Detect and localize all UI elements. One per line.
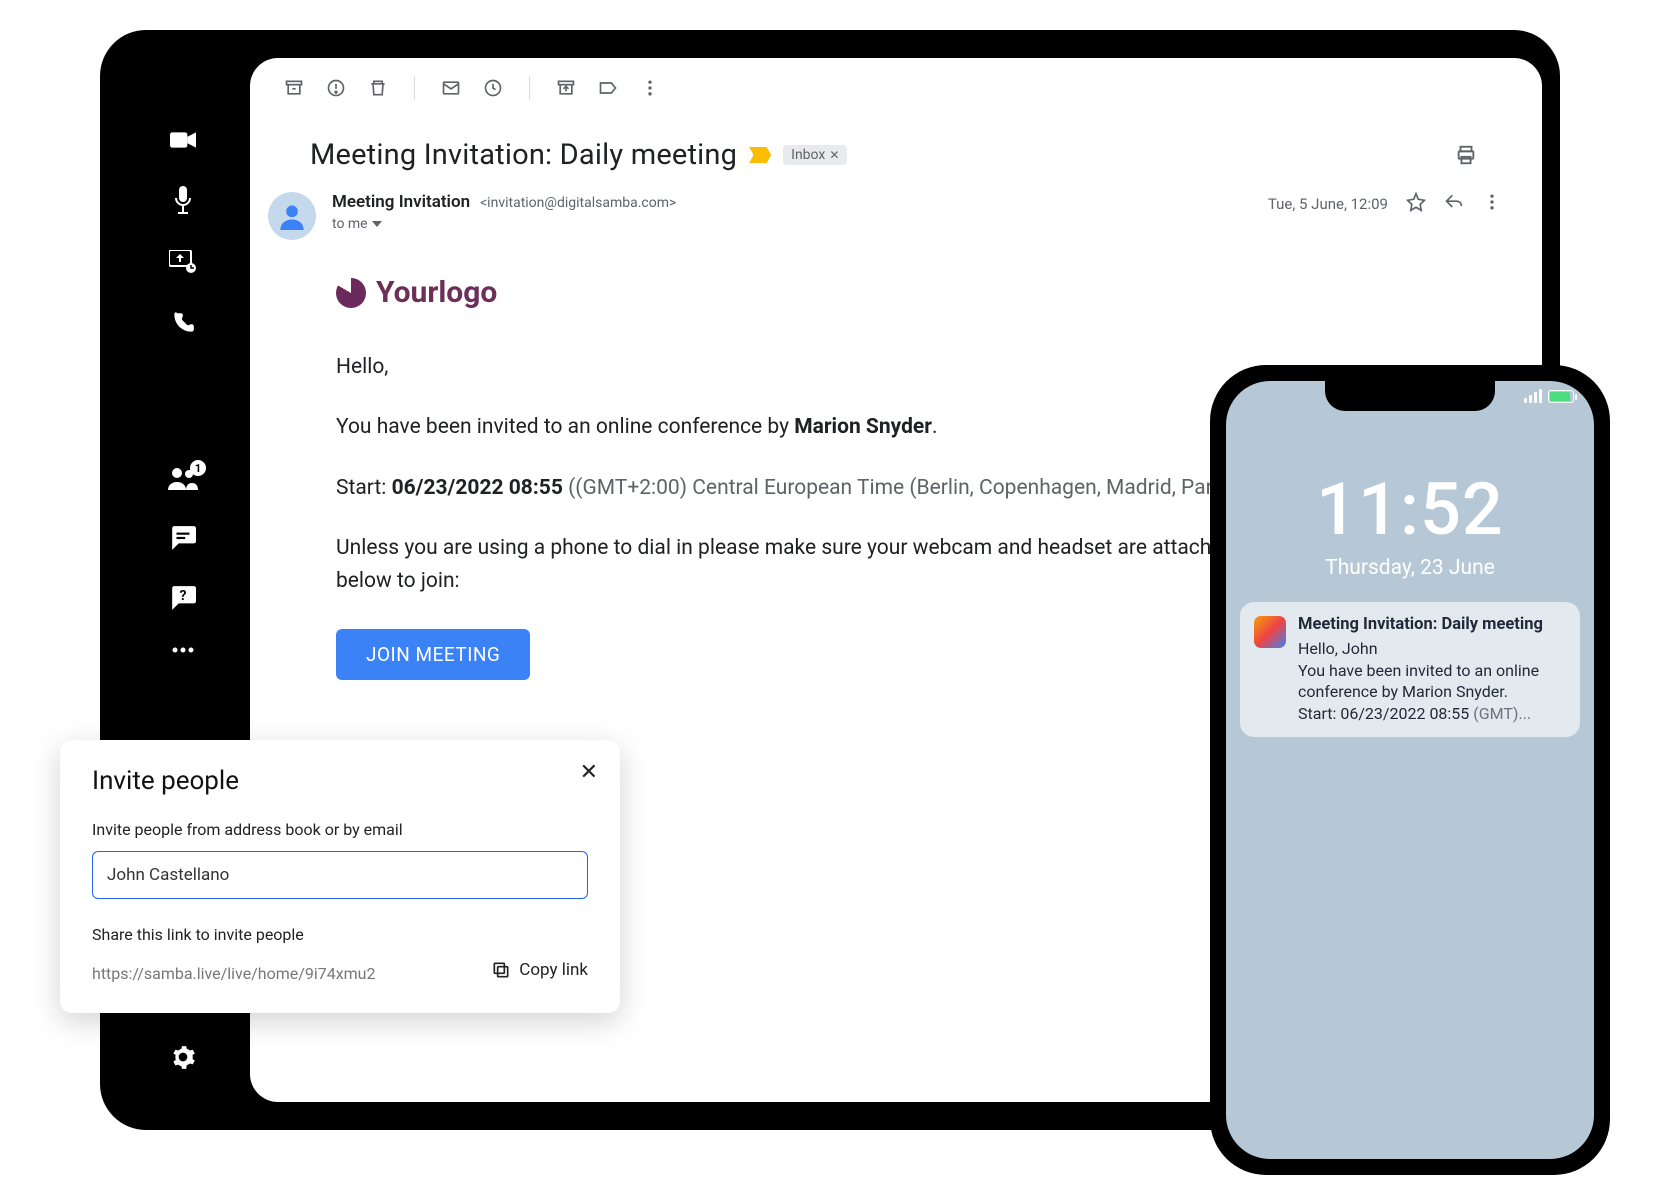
move-to-icon[interactable] — [550, 72, 582, 104]
notification-line: Start: 06/23/2022 08:55 (GMT)... — [1298, 703, 1566, 725]
notification-card[interactable]: Meeting Invitation: Daily meeting Hello,… — [1240, 602, 1580, 737]
more-vert-icon[interactable] — [634, 72, 666, 104]
share-link-text: https://samba.live/live/home/9i74xmu2 — [92, 964, 375, 983]
email-date: Tue, 5 June, 12:09 — [1268, 195, 1388, 213]
chat-icon[interactable] — [170, 526, 196, 550]
participants-icon[interactable]: 1 — [168, 466, 198, 490]
camera-icon[interactable] — [170, 130, 196, 150]
logo-mark-icon — [336, 278, 366, 308]
notification-title: Meeting Invitation: Daily meeting — [1298, 614, 1566, 636]
email-subject: Meeting Invitation: Daily meeting — [310, 138, 737, 172]
phone-lockscreen: 11:52 Thursday, 23 June Meeting Invitati… — [1226, 381, 1594, 1159]
more-icon[interactable] — [171, 646, 195, 654]
sender-email: <invitation@digitalsamba.com> — [480, 195, 676, 211]
phone-notch — [1325, 381, 1495, 411]
lockscreen-time: 11:52 — [1226, 467, 1594, 552]
settings-icon[interactable] — [170, 1044, 196, 1070]
join-meeting-button[interactable]: JOIN MEETING — [336, 629, 530, 680]
phone-status-bar — [1524, 389, 1574, 403]
microphone-icon[interactable] — [173, 186, 193, 214]
recipient-line[interactable]: to me — [332, 216, 1268, 232]
spam-icon[interactable] — [320, 72, 352, 104]
sender-row: Meeting Invitation <invitation@digitalsa… — [250, 172, 1542, 240]
participants-badge: 1 — [190, 460, 206, 476]
phone-frame: 11:52 Thursday, 23 June Meeting Invitati… — [1210, 365, 1610, 1175]
invite-subtitle: Invite people from address book or by em… — [92, 820, 588, 839]
inbox-chip[interactable]: Inbox✕ — [783, 145, 847, 165]
invite-input[interactable] — [92, 851, 588, 899]
reply-icon[interactable] — [1444, 192, 1464, 216]
important-marker-icon[interactable] — [749, 147, 771, 163]
print-icon[interactable] — [1450, 139, 1482, 171]
close-icon[interactable]: ✕ — [580, 760, 598, 785]
star-icon[interactable] — [1406, 192, 1426, 216]
invite-people-modal: ✕ Invite people Invite people from addre… — [60, 740, 620, 1013]
email-more-icon[interactable] — [1482, 192, 1502, 216]
screen-share-icon[interactable] — [169, 250, 197, 274]
email-toolbar — [250, 58, 1542, 118]
notification-app-icon — [1254, 616, 1286, 648]
lockscreen-date: Thursday, 23 June — [1226, 556, 1594, 580]
sender-name: Meeting Invitation — [332, 192, 470, 212]
notification-line: Hello, John — [1298, 638, 1566, 660]
snooze-icon[interactable] — [477, 72, 509, 104]
help-icon[interactable]: ? — [170, 586, 196, 610]
signal-icon — [1524, 389, 1542, 403]
avatar — [268, 192, 316, 240]
email-header: Meeting Invitation: Daily meeting Inbox✕ — [250, 118, 1542, 172]
logo-text: Yourlogo — [376, 270, 497, 317]
delete-icon[interactable] — [362, 72, 394, 104]
notification-line: You have been invited to an online confe… — [1298, 660, 1566, 703]
brand-logo: Yourlogo — [336, 270, 1482, 317]
archive-icon[interactable] — [278, 72, 310, 104]
copy-link-button[interactable]: Copy link — [491, 960, 588, 980]
invite-title: Invite people — [92, 766, 588, 796]
svg-text:?: ? — [179, 588, 186, 604]
mark-unread-icon[interactable] — [435, 72, 467, 104]
label-icon[interactable] — [592, 72, 624, 104]
share-label: Share this link to invite people — [92, 925, 588, 944]
phone-icon[interactable] — [170, 310, 196, 336]
battery-icon — [1548, 390, 1574, 403]
